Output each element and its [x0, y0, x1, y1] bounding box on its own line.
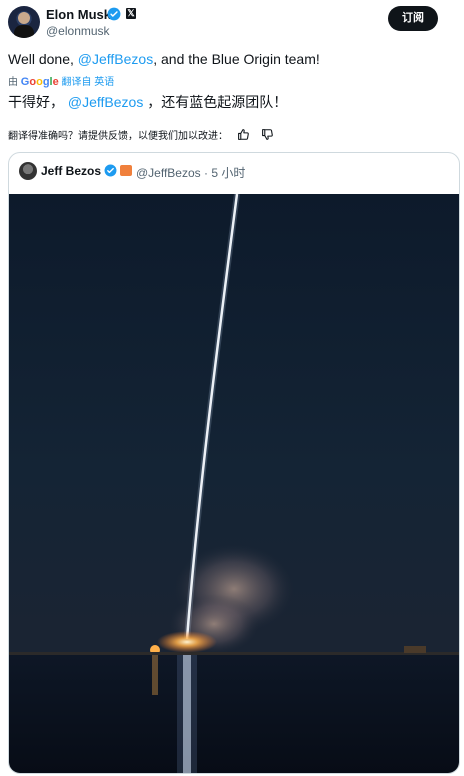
- author-handle[interactable]: @elonmusk: [46, 24, 110, 38]
- affiliate-badge-icon: [120, 165, 132, 176]
- rocket-launch-photo[interactable]: [9, 194, 459, 774]
- tweet-text-prefix: Well done,: [8, 51, 78, 67]
- quoted-author-meta[interactable]: @JeffBezos · 5 小时: [136, 164, 245, 181]
- mention-link[interactable]: @JeffBezos: [78, 51, 153, 67]
- verified-badge-icon: [107, 7, 121, 21]
- x-logo-icon: 𝕏: [126, 8, 136, 19]
- author-avatar[interactable]: [8, 6, 40, 38]
- translated-mention-link[interactable]: @JeffBezos: [68, 94, 143, 110]
- verified-badge-icon: [104, 164, 117, 177]
- feedback-question: 翻译得准确吗？请提供反馈，以便我们加以改进：: [8, 131, 228, 142]
- quoted-author-name[interactable]: Jeff Bezos: [41, 164, 101, 178]
- translated-prefix: 干得好，: [8, 94, 64, 110]
- quoted-author-avatar[interactable]: [19, 162, 37, 180]
- translated-suffix: ，还有蓝色起源团队！: [147, 94, 288, 110]
- translation-feedback: 翻译得准确吗？请提供反馈，以便我们加以改进：: [8, 127, 274, 142]
- author-name[interactable]: Elon Musk: [46, 7, 111, 22]
- thumbs-up-icon[interactable]: [237, 128, 250, 141]
- thumbs-down-icon[interactable]: [261, 128, 274, 141]
- tweet-text: Well done, @JeffBezos, and the Blue Orig…: [8, 51, 320, 67]
- google-logo: Google: [20, 76, 59, 88]
- translated-tweet-text: 干得好， @JeffBezos ，还有蓝色起源团队！: [8, 92, 287, 112]
- subscribe-button[interactable]: 订阅: [388, 6, 438, 31]
- quoted-tweet-card[interactable]: Jeff Bezos @JeffBezos · 5 小时: [8, 152, 460, 774]
- translated-by-label: 由: [8, 77, 18, 88]
- translated-from-link[interactable]: 翻译自 英语: [62, 77, 115, 88]
- google-translate-attribution: 由 Google 翻译自 英语: [8, 73, 114, 88]
- tweet-text-suffix: , and the Blue Origin team!: [153, 51, 320, 67]
